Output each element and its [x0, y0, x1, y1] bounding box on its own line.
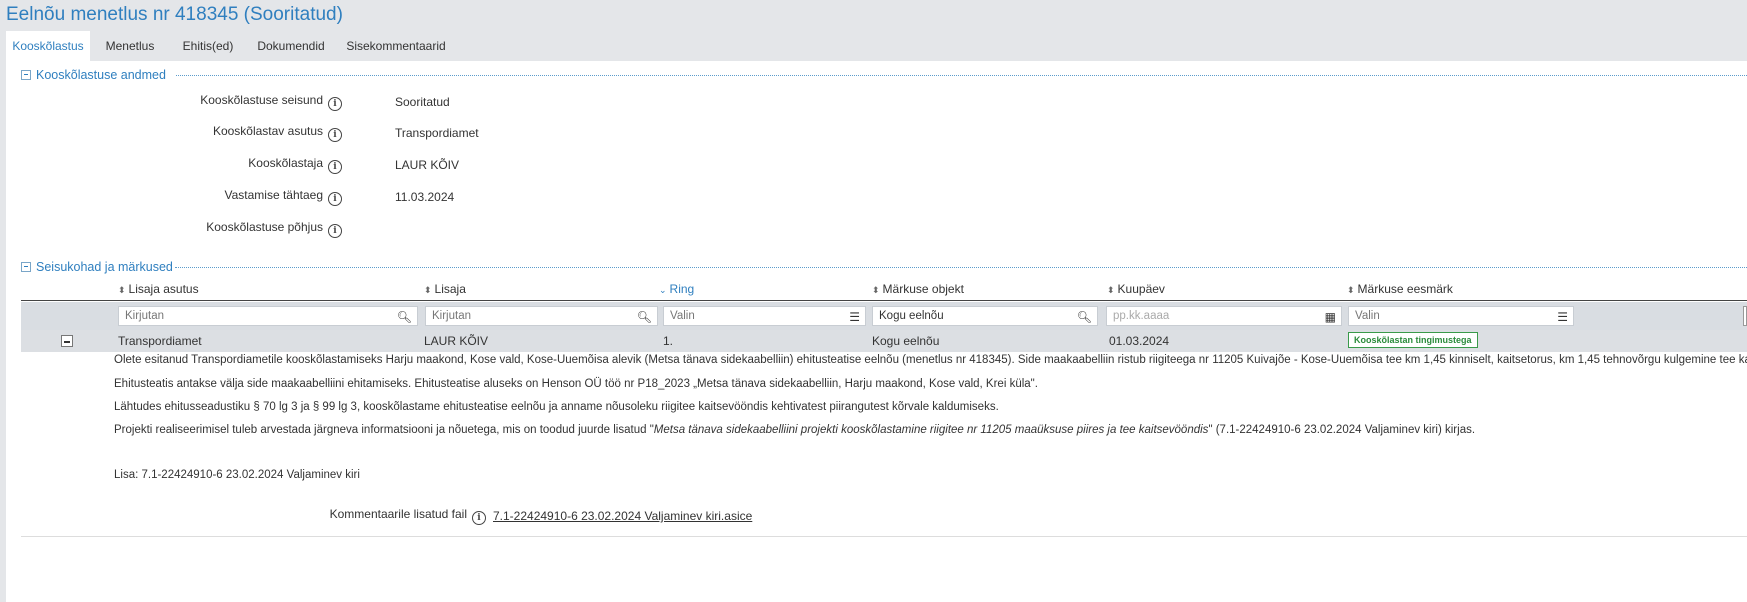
page: Eelnõu menetlus nr 418345 (Sooritatud) K… [0, 0, 1747, 602]
cell-lisaja: LAUR KÕIV [424, 334, 489, 348]
list-icon[interactable]: ☰ [849, 308, 860, 326]
row-collapse-button[interactable] [61, 335, 73, 347]
sort-icon: ⬍ [1347, 285, 1355, 295]
field-value-asutus: Transpordiamet [395, 126, 479, 140]
table-header: ⬍ Lisaja asutus ⬍ Lisaja ⌄ Ring ⬍ Märkuse ob… [6, 282, 1747, 298]
column-markuse-eesmark[interactable]: ⬍ Märkuse eesmärk [1347, 282, 1453, 296]
search-icon[interactable]: 🔍︎ [637, 308, 652, 326]
info-icon[interactable]: i [328, 128, 342, 142]
attached-file-link[interactable]: 7.1-22424910-6 23.02.2024 Valjaminev kir… [493, 509, 752, 523]
info-icon[interactable]: i [472, 511, 486, 525]
field-seisund: Kooskõlastuse seisund i [6, 93, 342, 113]
section-seisukohad[interactable]: Seisukohad ja märkused [21, 260, 173, 276]
filter-kuupaev[interactable]: pp.kk.aaaa ▦ [1106, 306, 1342, 326]
tab-ehitised[interactable]: Ehitis(ed) [170, 31, 246, 61]
info-icon[interactable]: i [328, 224, 342, 238]
tab-menetlus[interactable]: Menetlus [90, 31, 170, 61]
calendar-icon[interactable]: ▦ [1325, 308, 1336, 326]
search-icon[interactable]: 🔍︎ [397, 308, 412, 326]
filter-overflow [1743, 306, 1747, 326]
collapse-icon[interactable] [21, 261, 31, 272]
filter-ring[interactable]: Valin ☰ [663, 306, 866, 326]
field-kooskolastaja: Kooskõlastaja i [6, 156, 342, 176]
sort-icon: ⬍ [872, 285, 880, 295]
filter-markuse-objekt[interactable]: Kogu eelnõu 🔍︎ [872, 306, 1098, 326]
section-title: Seisukohad ja märkused [36, 260, 173, 274]
tab-sisekommentaarid[interactable]: Sisekommentaarid [336, 31, 456, 61]
field-label: Kooskõlastuse seisund i [22, 93, 342, 111]
column-lisaja[interactable]: ⬍ Lisaja [424, 282, 466, 296]
filter-lisaja-asutus[interactable]: Kirjutan 🔍︎ [118, 306, 418, 326]
field-value-tahtaeg: 11.03.2024 [395, 190, 455, 204]
comment-paragraph: Projekti realiseerimisel tuleb arvestada… [114, 424, 1476, 436]
row-divider [21, 536, 1747, 537]
field-label: Kooskõlastav asutus i [22, 124, 342, 142]
filter-markuse-eesmark[interactable]: Valin ☰ [1348, 306, 1574, 326]
filter-bar: Kirjutan 🔍︎ Kirjutan 🔍︎ Valin ☰ Kogu eelnõu… [21, 302, 1747, 330]
collapse-icon[interactable] [21, 69, 31, 80]
comment-attachment-note: Lisa: 7.1-22424910-6 23.02.2024 Valjamin… [114, 469, 360, 481]
comment-paragraph: Lähtudes ehitusseadustiku § 70 lg 3 ja §… [114, 401, 999, 413]
page-title: Eelnõu menetlus nr 418345 (Sooritatud) [6, 4, 343, 25]
field-asutus: Kooskõlastav asutus i [6, 124, 342, 144]
field-label: Kooskõlastuse põhjus i [22, 220, 342, 238]
field-tahtaeg: Vastamise tähtaeg i [6, 188, 342, 208]
comment-paragraph: Olete esitanud Transpordiametile kooskõl… [114, 354, 1747, 366]
column-lisaja-asutus[interactable]: ⬍ Lisaja asutus [118, 282, 199, 296]
section-kooskolastuse-andmed[interactable]: Kooskõlastuse andmed [21, 68, 166, 84]
cell-ring: 1. [663, 334, 674, 348]
main-panel: Kooskõlastuse andmed Kooskõlastuse seisu… [6, 61, 1747, 602]
sort-icon: ⬍ [424, 285, 432, 295]
tab-dokumendid[interactable]: Dokumendid [246, 31, 336, 61]
column-markuse-objekt[interactable]: ⬍ Märkuse objekt [872, 282, 964, 296]
cell-asutus: Transpordiamet [118, 334, 202, 348]
cell-objekt: Kogu eelnõu [872, 334, 940, 348]
section-divider [175, 267, 1747, 268]
table-row[interactable]: Transpordiamet LAUR KÕIV 1. Kogu eelnõu … [21, 330, 1747, 352]
attached-file-row: Kommentaarile lisatud fail i [6, 507, 486, 527]
info-icon[interactable]: i [328, 160, 342, 174]
field-label: Kommentaarile lisatud fail i [6, 507, 486, 525]
search-icon[interactable]: 🔍︎ [1077, 308, 1092, 326]
field-pohjus: Kooskõlastuse põhjus i [6, 220, 342, 240]
status-badge: Kooskõlastan tingimustega [1348, 332, 1478, 348]
header-divider [21, 300, 1747, 301]
comment-paragraph: Ehitusteatis antakse välja side maakaabe… [114, 378, 1038, 390]
cell-kuupaev: 01.03.2024 [1109, 334, 1170, 348]
field-value-seisund: Sooritatud [395, 95, 450, 109]
sort-icon: ⬍ [118, 285, 126, 295]
field-value-kooskolastaja: LAUR KÕIV [395, 158, 460, 172]
list-icon[interactable]: ☰ [1557, 308, 1568, 326]
info-icon[interactable]: i [328, 97, 342, 111]
filter-lisaja[interactable]: Kirjutan 🔍︎ [425, 306, 658, 326]
sort-desc-icon: ⌄ [659, 285, 667, 295]
field-label: Vastamise tähtaeg i [22, 188, 342, 206]
field-label: Kooskõlastaja i [22, 156, 342, 174]
tab-kooskolastus[interactable]: Kooskõlastus [6, 31, 90, 61]
section-divider [176, 75, 1747, 76]
info-icon[interactable]: i [328, 192, 342, 206]
column-kuupaev[interactable]: ⬍ Kuupäev [1107, 282, 1165, 296]
section-title: Kooskõlastuse andmed [36, 68, 166, 82]
column-ring[interactable]: ⌄ Ring [659, 282, 694, 296]
sort-icon: ⬍ [1107, 285, 1115, 295]
